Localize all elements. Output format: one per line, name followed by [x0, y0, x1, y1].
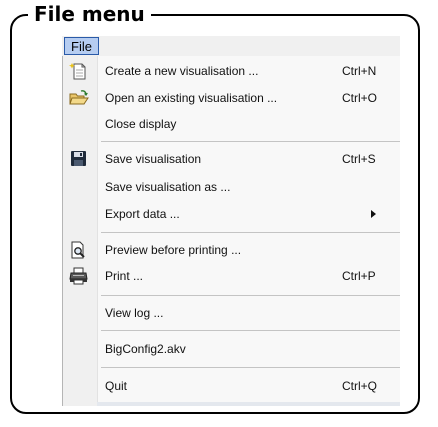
application-window: File Create a new visualisation ... Ctrl…: [62, 36, 400, 406]
menu-item-shortcut: Ctrl+N: [342, 64, 377, 78]
menu-item-label: Export data ...: [105, 207, 180, 221]
menu-item-label: Create a new visualisation ...: [105, 64, 259, 78]
menu-item-label: Quit: [105, 379, 128, 393]
menu-item-save-visualisation[interactable]: Save visualisation Ctrl+S: [63, 147, 400, 171]
menu-separator: [101, 367, 400, 368]
menu-item-new-visualisation[interactable]: Create a new visualisation ... Ctrl+N: [63, 59, 400, 83]
menu-item-label: BigConfig2.akv: [105, 342, 186, 356]
menu-item-label: View log ...: [105, 306, 164, 320]
menu-item-export-data[interactable]: Export data ...: [63, 202, 400, 226]
menu-item-label: Preview before printing ...: [105, 243, 242, 257]
print-preview-icon: [69, 241, 89, 259]
menu-item-quit[interactable]: Quit Ctrl+Q: [63, 374, 400, 398]
menu-item-label: Print ...: [105, 269, 144, 283]
menu-item-print[interactable]: Print ... Ctrl+P: [63, 264, 400, 288]
menu-item-shortcut: Ctrl+Q: [342, 379, 378, 393]
menu-item-label: Open an existing visualisation ...: [105, 91, 278, 105]
menu-separator: [101, 330, 400, 331]
submenu-arrow-icon: [371, 210, 376, 218]
menu-item-print-preview[interactable]: Preview before printing ...: [63, 238, 400, 262]
menubar: File: [62, 36, 400, 56]
menu-item-label: Save visualisation as ...: [105, 180, 231, 194]
menu-separator: [101, 141, 400, 142]
menu-item-close-display[interactable]: Close display: [63, 112, 400, 136]
menu-item-open-visualisation[interactable]: Open an existing visualisation ... Ctrl+…: [63, 86, 400, 110]
floppy-disk-icon: [69, 150, 89, 168]
open-folder-icon: [69, 89, 89, 107]
menu-item-recent-file[interactable]: BigConfig2.akv: [63, 337, 400, 361]
file-menu-dropdown: Create a new visualisation ... Ctrl+N Op…: [62, 56, 400, 406]
new-document-icon: [69, 62, 89, 80]
file-menu[interactable]: File: [64, 37, 99, 55]
menu-separator: [101, 295, 400, 296]
callout-title: File menu: [28, 2, 151, 26]
menu-item-shortcut: Ctrl+O: [342, 91, 378, 105]
menu-item-save-visualisation-as[interactable]: Save visualisation as ...: [63, 175, 400, 199]
menu-item-view-log[interactable]: View log ...: [63, 301, 400, 325]
menu-item-label: Close display: [105, 117, 177, 131]
printer-icon: [69, 267, 89, 285]
window-bottom-edge: [97, 402, 400, 406]
menu-separator: [101, 232, 400, 233]
menu-item-label: Save visualisation: [105, 152, 202, 166]
menu-item-shortcut: Ctrl+S: [342, 152, 376, 166]
menu-item-shortcut: Ctrl+P: [342, 269, 376, 283]
